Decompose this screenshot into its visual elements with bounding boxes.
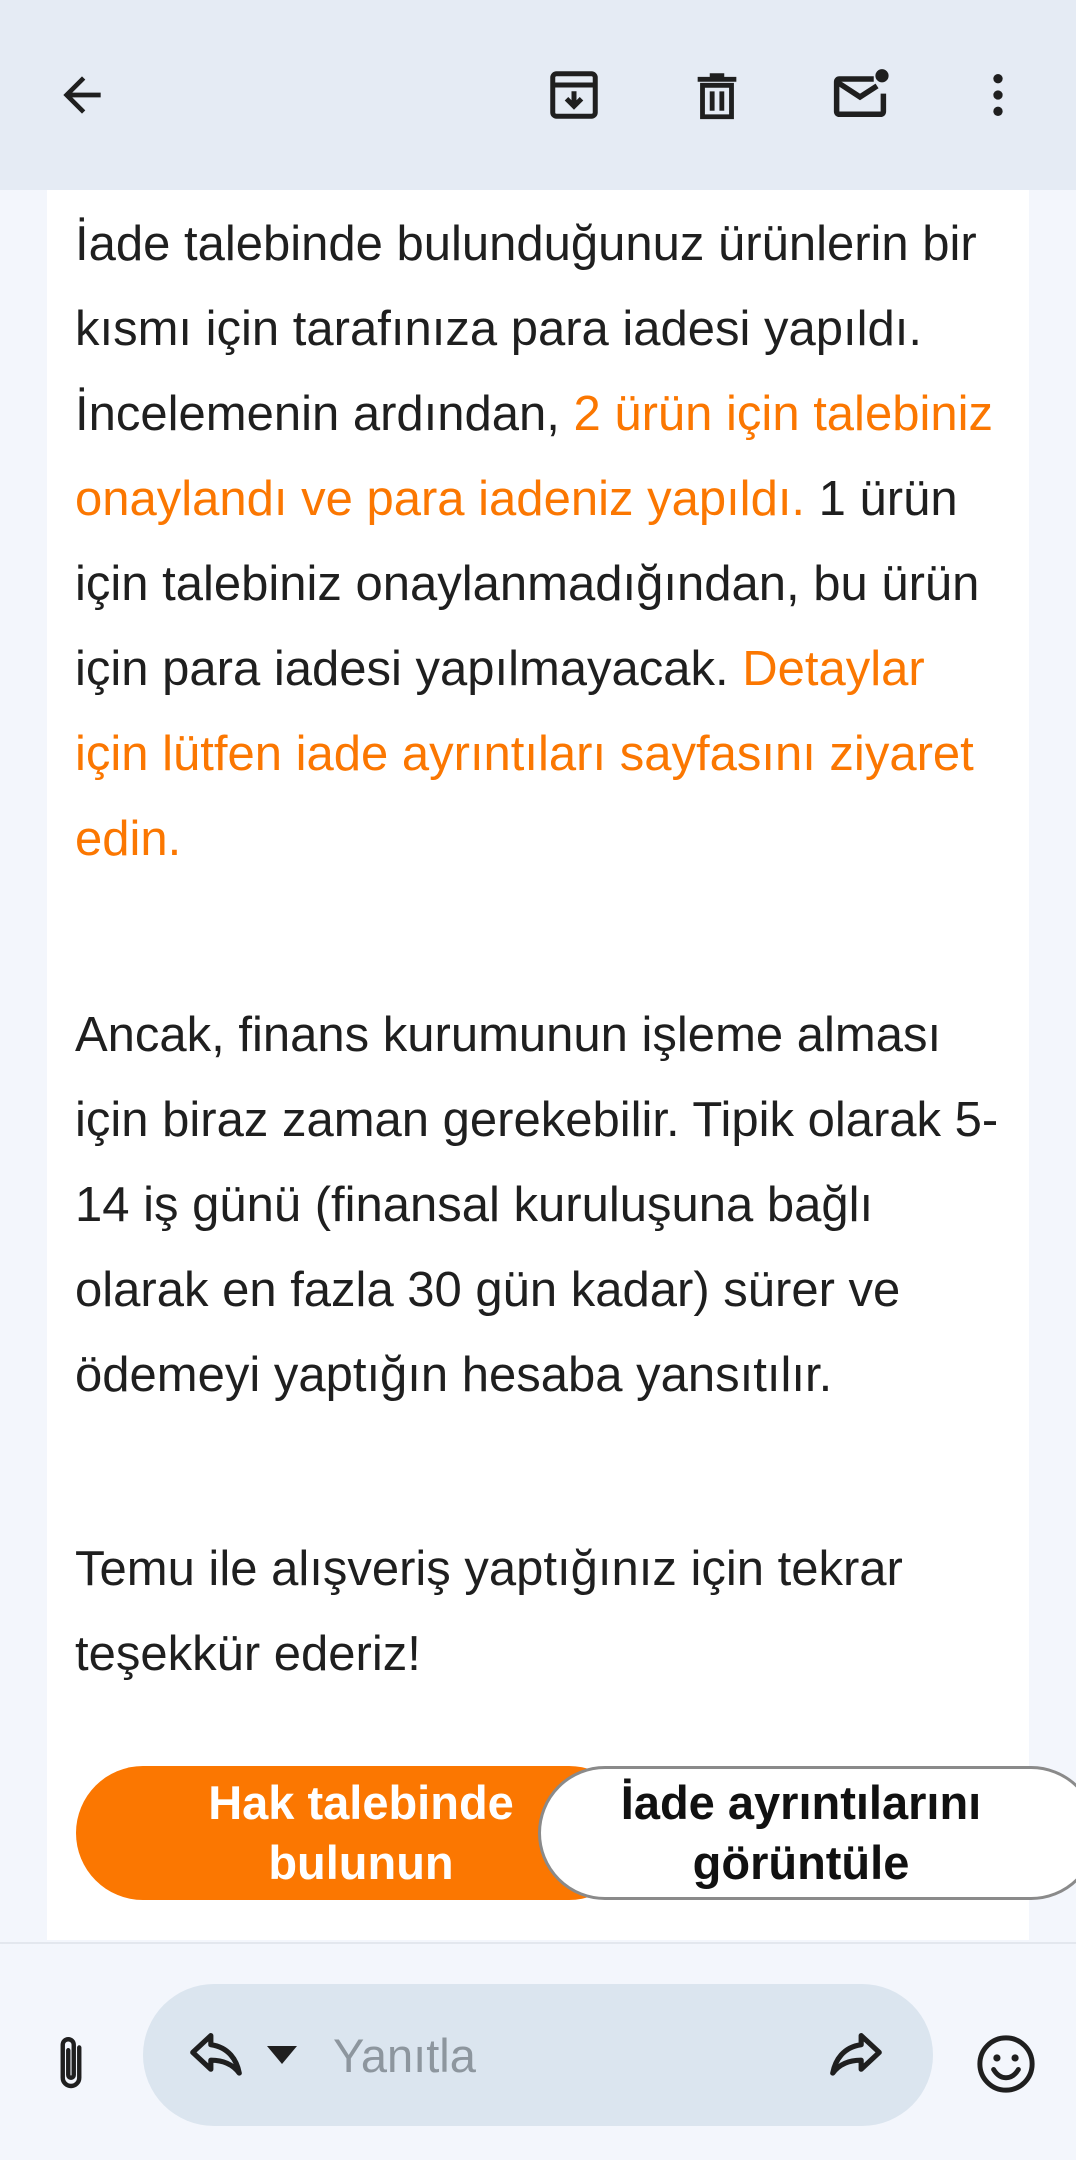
more-vert-icon[interactable]	[958, 55, 1038, 135]
email-paragraph-processing: Ancak, finans kurumunun işleme alması iç…	[75, 1008, 999, 1402]
emoji-icon[interactable]	[966, 2024, 1046, 2104]
email-paragraph-refund: İade talebinde bulunduğunuz ürünlerin bi…	[75, 202, 1005, 882]
reply-input[interactable]	[333, 2018, 793, 2092]
dropdown-caret-icon[interactable]	[265, 2038, 299, 2072]
email-paragraph-thanks: Temu ile alışveriş yaptığınız için tekra…	[75, 1542, 903, 1681]
view-refund-details-label: İade ayrıntılarını görüntüle	[620, 1776, 982, 1889]
delete-icon[interactable]	[677, 55, 757, 135]
mark-unread-icon[interactable]	[820, 55, 900, 135]
archive-icon[interactable]	[534, 55, 614, 135]
reply-icon[interactable]	[183, 2022, 249, 2088]
email-body: İade talebinde bulunduğunuz ürünlerin bi…	[47, 190, 1029, 1940]
view-refund-details-button[interactable]: İade ayrıntılarını görüntüle	[538, 1766, 1076, 1900]
claim-button-label: Hak talebinde bulunun	[208, 1776, 514, 1889]
back-icon[interactable]	[42, 55, 122, 135]
reply-bar	[0, 1942, 1076, 2160]
top-app-bar	[0, 0, 1076, 190]
forward-icon[interactable]	[823, 2022, 889, 2088]
attach-icon[interactable]	[36, 2024, 106, 2104]
reply-field[interactable]	[143, 1984, 933, 2126]
